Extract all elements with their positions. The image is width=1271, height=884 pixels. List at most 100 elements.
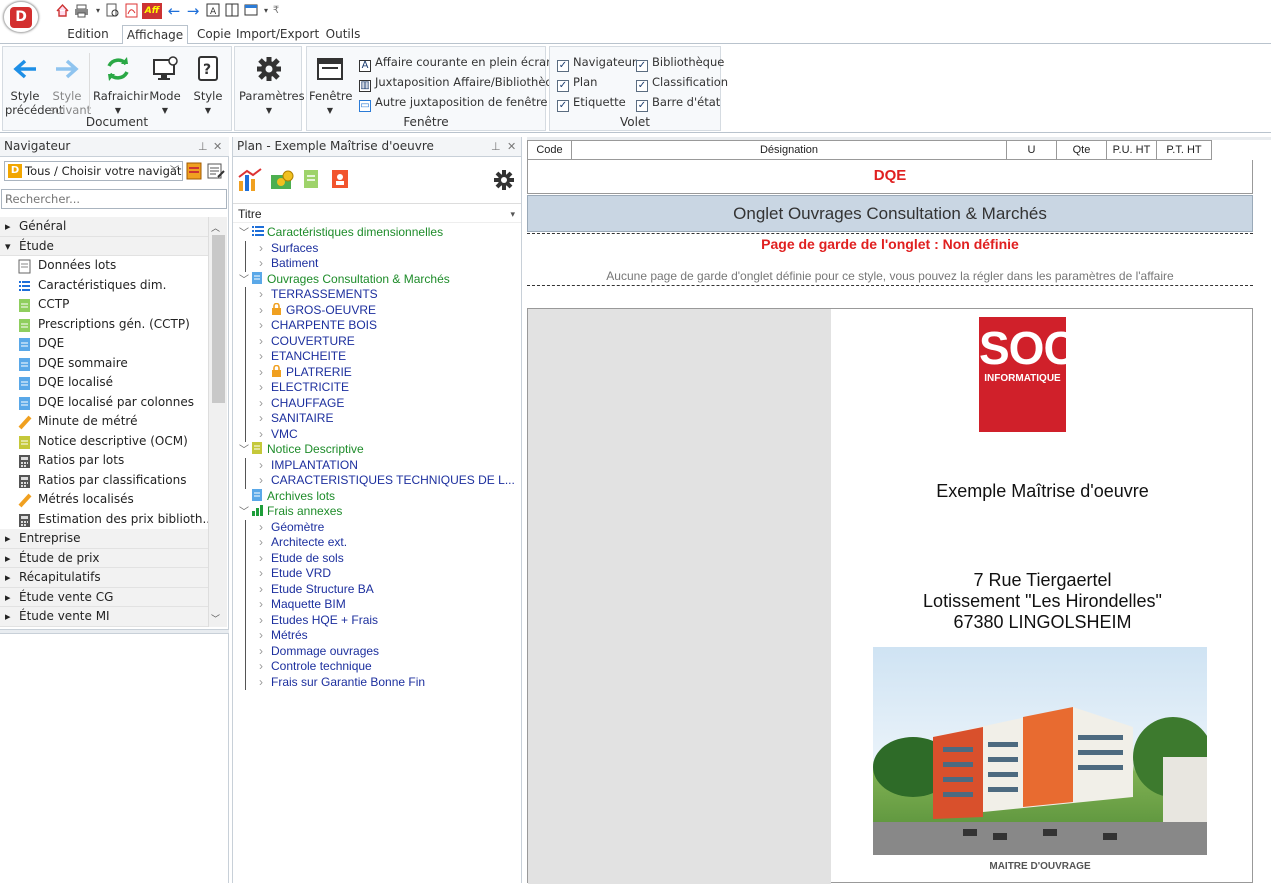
chevron-right-icon[interactable]: › [259, 334, 271, 349]
navigator-item[interactable]: Métrés localisés [0, 490, 210, 510]
chevron-right-icon[interactable]: › [259, 675, 271, 690]
navigator-category[interactable]: ▸ Étude vente CG [0, 587, 210, 607]
plan-lot[interactable]: › Controle technique [259, 659, 372, 674]
customize-qa-icon[interactable]: ₹ [268, 3, 284, 19]
chevron-right-icon[interactable]: › [259, 380, 271, 395]
navigator-category[interactable]: ▸ Général [0, 217, 210, 237]
plan-chapter[interactable]: ﹀ Notice Descriptive [239, 442, 364, 458]
navigator-item[interactable]: CCTP [0, 295, 210, 315]
chevron-right-icon[interactable]: › [259, 473, 271, 488]
check-navigateur[interactable]: ✓ Navigateur [557, 54, 637, 72]
navigator-category[interactable]: ▸ Étude de prix [0, 548, 210, 568]
chevron-right-icon[interactable]: › [259, 535, 271, 550]
chevron-right-icon[interactable]: › [259, 613, 271, 628]
plan-lot[interactable]: › PLATRERIE [259, 364, 352, 381]
chevron-down-icon[interactable]: ﹀ [239, 273, 252, 288]
close-icon[interactable]: ✕ [507, 137, 516, 156]
check-barre-etat[interactable]: ✓ Barre d'état [636, 94, 720, 112]
plan-lot[interactable]: › Maquette BIM [259, 597, 346, 612]
chevron-right-icon[interactable]: › [259, 551, 271, 566]
chevron-right-icon[interactable]: › [259, 659, 271, 674]
plan-lot[interactable]: › CARACTERISTIQUES TECHNIQUES DE L... [259, 473, 515, 488]
caret-right-icon[interactable]: ▸ [5, 217, 11, 236]
caret-right-icon[interactable]: ▸ [5, 588, 11, 607]
plan-lot[interactable]: › Frais sur Garantie Bonne Fin [259, 675, 425, 690]
chevron-right-icon[interactable]: › [259, 644, 271, 659]
chevron-down-icon[interactable]: ﹀ [239, 226, 252, 241]
chevron-right-icon[interactable]: › [259, 303, 271, 318]
contact-icon[interactable] [331, 169, 349, 191]
plan-chapter[interactable]: Archives lots [239, 488, 335, 505]
money-icon[interactable] [269, 167, 295, 193]
navigator-item[interactable]: Minute de métré [0, 412, 210, 432]
plan-lot[interactable]: › Etudes HQE + Frais [259, 613, 378, 628]
chevron-right-icon[interactable]: › [259, 582, 271, 597]
plan-lot[interactable]: › Architecte ext. [259, 535, 347, 550]
plan-lot[interactable]: › Surfaces [259, 241, 318, 256]
col-pu-ht[interactable]: P.U. HT [1107, 140, 1157, 160]
navigator-selector[interactable]: D Tous / Choisir votre navigate ﹀ [4, 161, 183, 181]
col-pt-ht[interactable]: P.T. HT [1157, 140, 1212, 160]
pdf-icon[interactable] [123, 3, 139, 19]
plan-lot[interactable]: › VMC [259, 427, 298, 442]
style-button[interactable]: ? Style ▼ [189, 51, 227, 118]
navigator-item[interactable]: Estimation des prix biblioth... [0, 510, 210, 530]
back-arrow-icon[interactable]: ← [166, 3, 182, 19]
print-icon[interactable] [73, 3, 89, 19]
fullscreen-affaire-button[interactable]: A Affaire courante en plein écran [359, 54, 553, 72]
fullscreen-icon[interactable]: A [205, 3, 221, 19]
col-designation[interactable]: Désignation [572, 140, 1007, 160]
chevron-right-icon[interactable]: › [259, 396, 271, 411]
caret-right-icon[interactable]: ▸ [5, 568, 11, 587]
panel-splitter[interactable] [0, 629, 229, 634]
juxtaposition-button[interactable]: ▥ Juxtaposition Affaire/Bibliothèque [359, 74, 567, 92]
scroll-down-icon[interactable]: ﹀ [211, 612, 220, 625]
tab-import-export[interactable]: Import/Export [236, 25, 319, 44]
home-icon[interactable] [54, 3, 70, 19]
split-view-icon[interactable] [224, 3, 240, 19]
caret-right-icon[interactable]: ▸ [5, 607, 11, 626]
style-prev-button[interactable]: Style précédent [5, 51, 63, 117]
navigator-category[interactable]: ▸ Entreprise [0, 529, 210, 549]
caret-right-icon[interactable]: ▸ [5, 529, 11, 548]
check-plan[interactable]: ✓ Plan [557, 74, 597, 92]
preview-icon[interactable] [104, 3, 120, 19]
edit-list-icon[interactable] [207, 162, 225, 180]
chevron-right-icon[interactable]: › [259, 256, 271, 271]
plan-lot[interactable]: › GROS-OEUVRE [259, 302, 376, 319]
chevron-right-icon[interactable]: › [259, 411, 271, 426]
pin-icon[interactable]: ⊥ [198, 137, 208, 156]
col-code[interactable]: Code [527, 140, 572, 160]
plan-lot[interactable]: › CHAUFFAGE [259, 396, 344, 411]
col-qte[interactable]: Qte [1057, 140, 1107, 160]
plan-lot[interactable]: › ETANCHEITE [259, 349, 346, 364]
plan-lot[interactable]: › Batiment [259, 256, 318, 271]
navigator-scrollbar[interactable]: ︿ ﹀ [208, 217, 227, 627]
plan-lot[interactable]: › IMPLANTATION [259, 458, 358, 473]
gear-icon[interactable] [493, 169, 515, 191]
caret-right-icon[interactable]: ▸ [5, 549, 11, 568]
aff-icon[interactable]: Aff [142, 3, 162, 19]
caret-down-icon[interactable]: ▾ [5, 237, 11, 256]
chevron-right-icon[interactable]: › [259, 349, 271, 364]
chevron-right-icon[interactable]: › [259, 241, 271, 256]
pin-icon[interactable]: ⊥ [491, 137, 501, 156]
navigator-category[interactable]: ▾ Étude [0, 236, 210, 256]
tab-outils[interactable]: Outils [320, 25, 366, 44]
col-unit[interactable]: U [1007, 140, 1057, 160]
plan-lot[interactable]: › Etude de sols [259, 551, 344, 566]
tab-copie[interactable]: Copie [192, 25, 236, 44]
chevron-right-icon[interactable]: › [259, 318, 271, 333]
navigator-item[interactable]: Ratios par lots [0, 451, 210, 471]
plan-lot[interactable]: › Dommage ouvrages [259, 644, 379, 659]
check-bibliotheque[interactable]: ✓ Bibliothèque [636, 54, 724, 72]
chevron-right-icon[interactable]: › [259, 566, 271, 581]
close-icon[interactable]: ✕ [213, 137, 222, 156]
navigator-category[interactable]: ▸ Récapitulatifs [0, 568, 210, 588]
style-next-button[interactable]: Style suivant [49, 51, 91, 117]
plan-lot[interactable]: › COUVERTURE [259, 334, 355, 349]
navigator-item[interactable]: DQE localisé [0, 373, 210, 393]
plan-lot[interactable]: › TERRASSEMENTS [259, 287, 378, 302]
tab-edition[interactable]: Edition [60, 25, 116, 44]
plan-column-header[interactable]: Titre ▾ [233, 203, 521, 223]
